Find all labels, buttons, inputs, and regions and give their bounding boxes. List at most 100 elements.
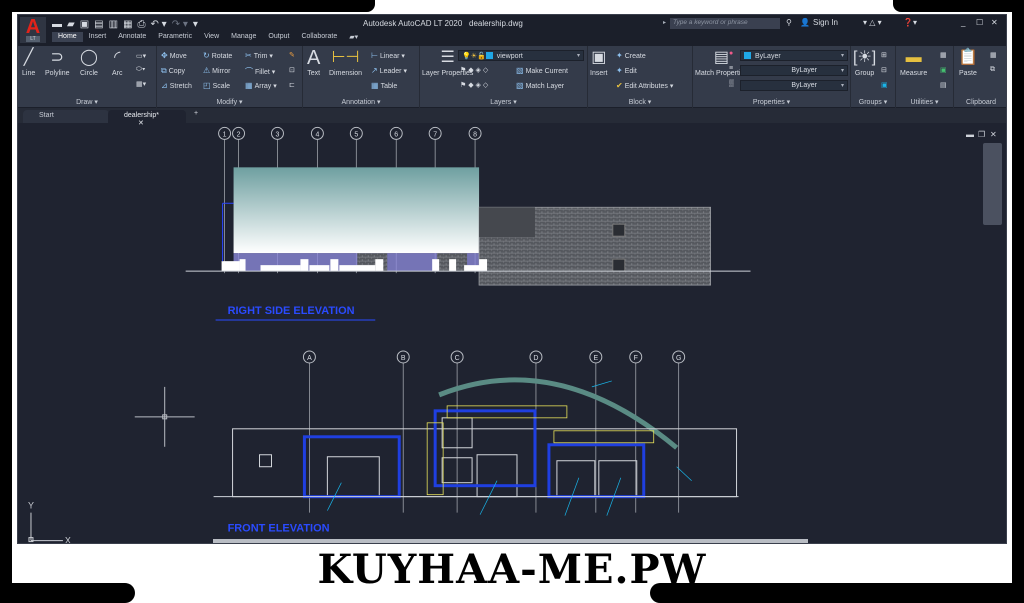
tab-view[interactable]: View — [198, 32, 225, 42]
line-button[interactable]: ╱ Line — [22, 49, 35, 78]
color-dropdown[interactable]: ByLayer ▾ — [740, 50, 848, 61]
leader-button[interactable]: ↗ Leader ▾ — [371, 66, 407, 75]
print-icon[interactable]: ⎙ — [138, 19, 146, 30]
explode-icon[interactable]: ⊡ — [289, 66, 295, 74]
draw-panel-label[interactable]: Draw ▾ — [18, 98, 156, 106]
plot-preview-icon[interactable]: ▥ — [109, 19, 118, 30]
customize-icon[interactable]: ▾ — [193, 19, 198, 30]
undo-icon[interactable]: ↶ ▾ — [151, 19, 167, 30]
decor-bar — [1012, 12, 1024, 602]
group-select-icon[interactable]: ▣ — [881, 81, 888, 89]
group-button[interactable]: [☀] Group — [853, 49, 876, 78]
binoculars-icon[interactable]: ⚲ — [786, 18, 792, 27]
window-title: Autodesk AutoCAD LT 2020 dealership.dwg — [363, 19, 523, 28]
edit-attributes-button[interactable]: ✔ Edit Attributes ▾ — [616, 81, 673, 90]
viewport-close-icon[interactable]: ✕ — [990, 130, 997, 139]
sign-in-button[interactable]: Sign In — [813, 18, 838, 27]
close-button[interactable]: ✕ — [991, 18, 998, 27]
linetype-icon: ▒ — [729, 80, 734, 87]
create-block-button[interactable]: ✦ Create — [616, 51, 646, 60]
autodesk-app-icon[interactable]: ▾ △ ▾ — [863, 18, 882, 27]
new-tab-button[interactable]: + — [194, 110, 198, 117]
block-panel-label[interactable]: Block ▾ — [588, 98, 692, 106]
paste-button[interactable]: 📋 Paste — [958, 49, 978, 78]
minimize-button[interactable]: _ — [961, 18, 965, 27]
tab-annotate[interactable]: Annotate — [112, 32, 152, 42]
fillet-button[interactable]: ⌒ Fillet ▾ — [245, 66, 275, 77]
offset-icon[interactable]: ⊏ — [289, 81, 295, 89]
rectangle-icon[interactable]: ▭▾ — [136, 52, 146, 60]
cut-icon[interactable]: ▦ — [990, 51, 997, 59]
search-expand-icon[interactable]: ▸ — [663, 19, 666, 26]
application-menu-button[interactable]: A LT — [20, 17, 46, 43]
viewport-minimize-icon[interactable]: ▬ — [966, 130, 974, 139]
file-tab-dealership[interactable]: dealership* ✕ — [108, 110, 186, 127]
mirror-button[interactable]: ⚠ Mirror — [203, 66, 230, 75]
polyline-button[interactable]: ⊃ Polyline — [45, 49, 70, 78]
tab-collaborate[interactable]: Collaborate — [295, 32, 343, 42]
lineweight-dropdown[interactable]: ByLayer ▾ — [740, 80, 848, 91]
grid-bubble-label: 8 — [473, 131, 477, 138]
layers-panel-label[interactable]: Layers ▾ — [420, 98, 587, 106]
scale-button[interactable]: ◰ Scale — [203, 81, 230, 90]
text-button[interactable]: A Text — [307, 48, 320, 78]
open-icon[interactable]: ▰ — [67, 19, 75, 30]
make-current-button[interactable]: ▧ Make Current — [516, 66, 568, 75]
hatch-icon[interactable]: ▦▾ — [136, 80, 146, 88]
stretch-button[interactable]: ⊿ Stretch — [161, 81, 192, 90]
command-line[interactable] — [213, 539, 808, 543]
publish-icon[interactable]: ▦ — [123, 19, 132, 30]
file-tab-start[interactable]: Start — [23, 110, 109, 123]
layer-dropdown[interactable]: 💡☀🔓 viewport ▾ — [458, 50, 584, 61]
move-button[interactable]: ✥ Move — [161, 51, 187, 60]
decor-bar — [0, 12, 12, 602]
trim-button[interactable]: ✂ Trim ▾ — [245, 51, 273, 60]
arc-button[interactable]: ◜ Arc — [112, 49, 123, 78]
linear-button[interactable]: ⊢ Linear ▾ — [371, 51, 405, 60]
maximize-button[interactable]: ☐ — [976, 18, 983, 27]
ellipse-icon[interactable]: ⬭▾ — [136, 66, 145, 74]
layer-tools-row-1[interactable]: ⚑ ◆ ◈ ◇ — [460, 66, 488, 74]
viewport-restore-icon[interactable]: ❐ — [978, 130, 985, 139]
video-tab-icon[interactable]: ▰▾ — [343, 32, 364, 42]
save-as-icon[interactable]: ▤ — [94, 19, 103, 30]
search-input[interactable]: Type a keyword or phrase — [670, 18, 780, 29]
copy-clip-icon[interactable]: ⧉ — [990, 66, 995, 74]
erase-icon[interactable]: ✎ — [289, 51, 295, 59]
id-point-icon[interactable]: ▦ — [940, 51, 947, 59]
drawing-canvas[interactable]: 12345678 RIGHT SIDE ELEVATION A B C D E … — [18, 123, 1006, 544]
redo-icon[interactable]: ↷ ▾ — [172, 19, 188, 30]
ungroup-icon[interactable]: ⊞ — [881, 51, 887, 59]
properties-panel-label[interactable]: Properties ▾ — [693, 98, 850, 106]
circle-icon: ◯ — [80, 49, 98, 66]
insert-button[interactable]: ▣ Insert — [590, 49, 608, 78]
help-icon[interactable]: ❓▾ — [903, 18, 917, 27]
clipboard-panel-label[interactable]: Clipboard — [954, 99, 1006, 106]
save-icon[interactable]: ▣ — [80, 19, 89, 30]
select-all-icon[interactable]: ▣ — [940, 66, 947, 74]
tab-parametric[interactable]: Parametric — [152, 32, 198, 42]
modify-panel-label[interactable]: Modify ▾ — [157, 98, 302, 106]
layer-tools-row-2[interactable]: ⚑ ◆ ◈ ◇ — [460, 81, 488, 89]
annotation-panel-label[interactable]: Annotation ▾ — [303, 98, 419, 106]
groups-panel-label[interactable]: Groups ▾ — [851, 98, 895, 106]
dimension-button[interactable]: ⊢⊣ Dimension — [329, 49, 362, 78]
table-button[interactable]: ▦ Table — [371, 81, 397, 90]
array-button[interactable]: ▦ Array ▾ — [245, 81, 277, 90]
utilities-panel-label[interactable]: Utilities ▾ — [896, 98, 953, 106]
new-icon[interactable]: ▬ — [52, 19, 62, 30]
tab-insert[interactable]: Insert — [83, 32, 113, 42]
measure-button[interactable]: ▬ Measure — [900, 49, 927, 78]
match-layer-button[interactable]: ▧ Match Layer — [516, 81, 564, 90]
tab-manage[interactable]: Manage — [225, 32, 262, 42]
navigation-bar[interactable] — [983, 143, 1002, 225]
calculator-icon[interactable]: ▤ — [940, 81, 947, 89]
linetype-dropdown[interactable]: ByLayer ▾ — [740, 65, 848, 76]
group-edit-icon[interactable]: ⊟ — [881, 66, 887, 74]
rotate-button[interactable]: ↻ Rotate — [203, 51, 232, 60]
tab-output[interactable]: Output — [262, 32, 295, 42]
tab-home[interactable]: Home — [52, 32, 83, 42]
copy-button[interactable]: ⧉ Copy — [161, 66, 185, 76]
edit-block-button[interactable]: ✦ Edit — [616, 66, 637, 75]
circle-button[interactable]: ◯ Circle — [80, 49, 98, 78]
